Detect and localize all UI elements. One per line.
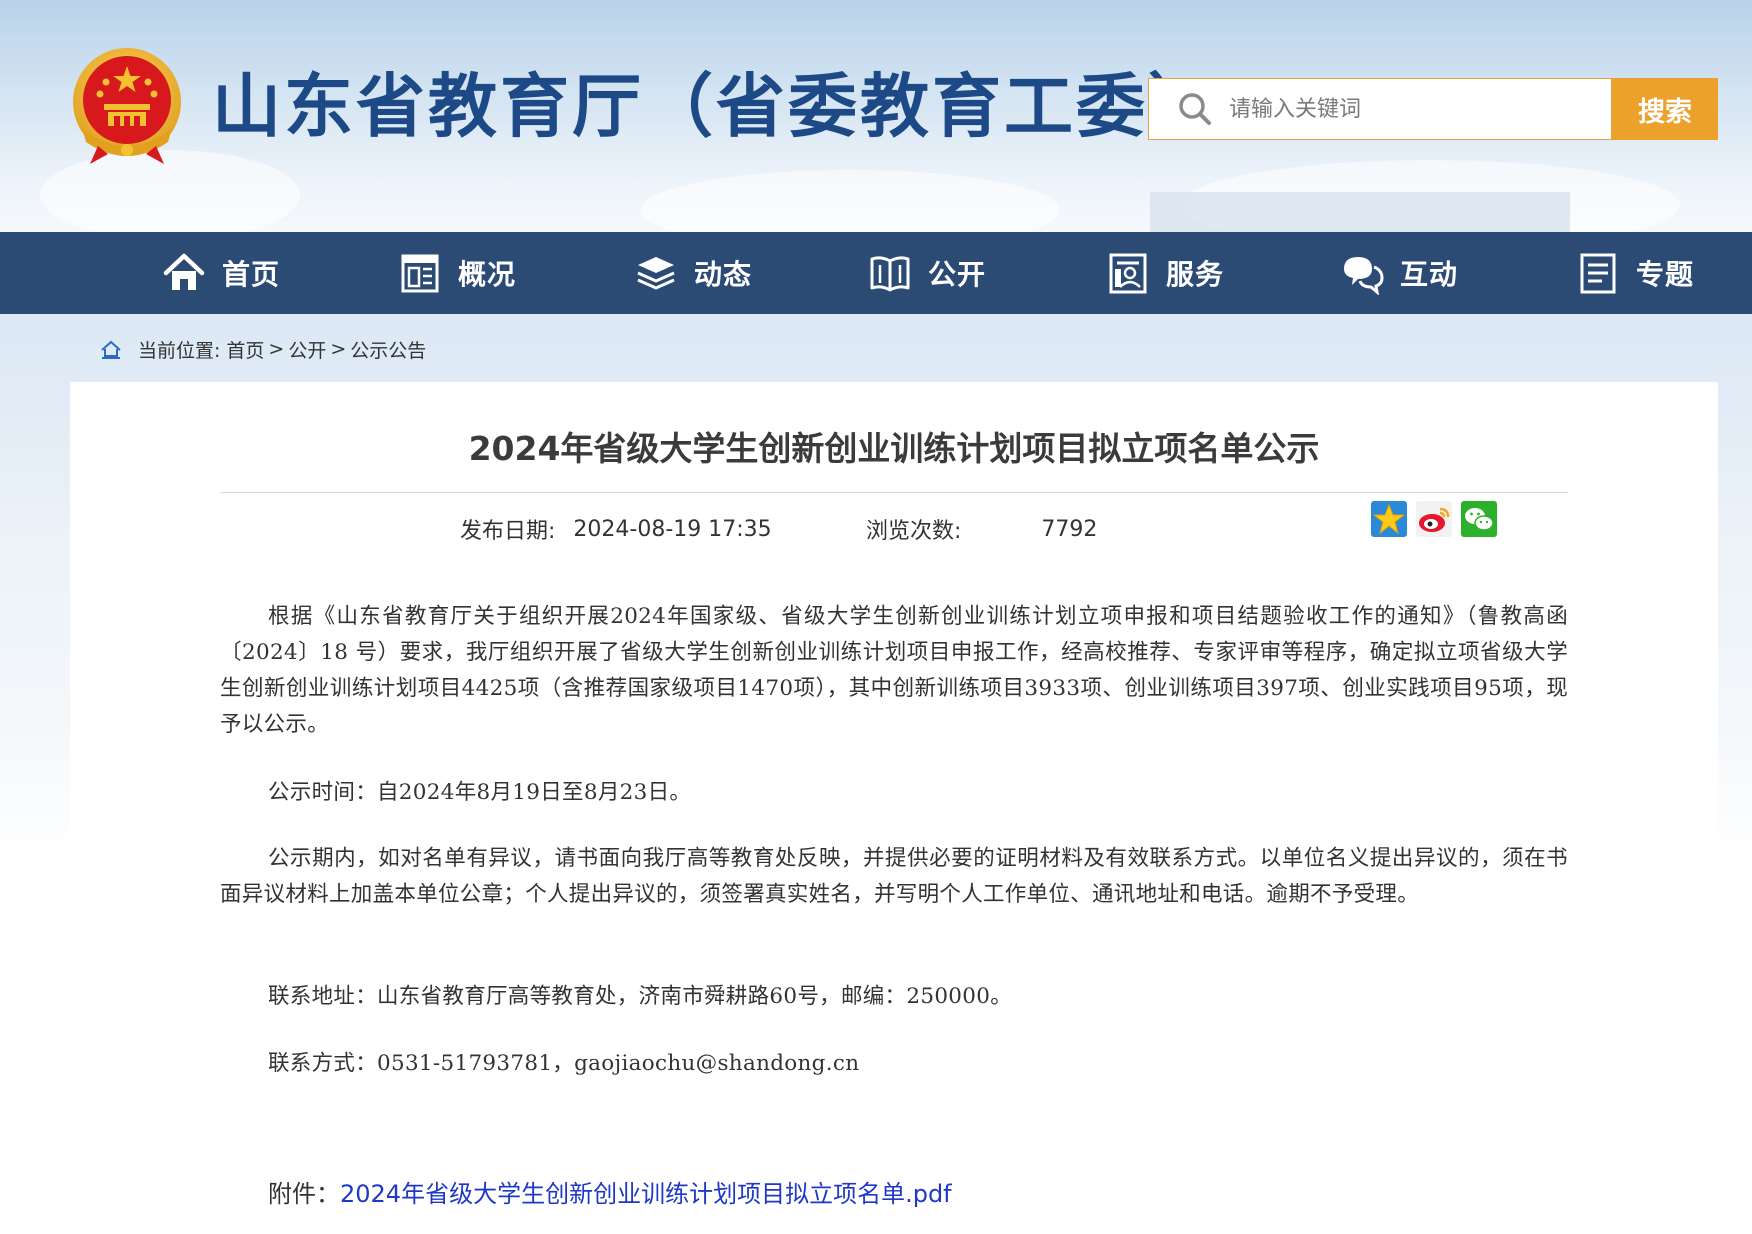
favorite-star-icon[interactable] — [1371, 501, 1407, 537]
nav-item-home[interactable]: 首页 — [162, 232, 280, 314]
site-title: 山东省教育厅（省委教育工委） — [212, 67, 1220, 147]
home-icon — [163, 253, 205, 290]
title-divider — [220, 492, 1568, 493]
article-paragraph: 公示期内，如对名单有异议，请书面向我厅高等教育处反映，并提供必要的证明材料及有效… — [220, 846, 1568, 907]
main-nav: 首页 概况 动态 公开 服务 互动 专题 — [0, 232, 1752, 314]
article-paragraph: 联系方式：0531-51793781，gaojiaochu@shandong.c… — [268, 1051, 860, 1076]
nav-item-label: 公开 — [928, 258, 987, 291]
cloud-decoration — [640, 170, 1060, 232]
weibo-icon[interactable] — [1416, 501, 1452, 537]
publish-date-label: 发布日期: — [460, 519, 556, 544]
attachment: 附件：2024年省级大学生创新创业训练计划项目拟立项名单.pdf — [268, 1174, 952, 1209]
nav-item-label: 首页 — [222, 258, 281, 291]
nav-item-news[interactable]: 动态 — [634, 232, 752, 314]
article-title: 2024年省级大学生创新创业训练计划项目拟立项名单公示 — [468, 429, 1320, 468]
publish-date: 发布日期: 2024-08-19 17:35 — [460, 512, 772, 546]
search-icon — [1179, 93, 1211, 125]
view-count: 浏览次数: 7792 — [866, 512, 1097, 546]
nav-item-label: 动态 — [694, 258, 753, 291]
home-icon — [101, 340, 121, 359]
search-button[interactable]: 搜索 — [1612, 78, 1718, 140]
skyline-decoration — [1150, 192, 1570, 232]
search-box — [1148, 78, 1612, 140]
nav-item-label: 专题 — [1636, 258, 1695, 291]
article-paragraph: 联系地址：山东省教育厅高等教育处，济南市舜耕路60号，邮编：250000。 — [268, 984, 1013, 1009]
attachment-label: 附件： — [268, 1180, 340, 1208]
building-icon — [401, 254, 439, 293]
nav-item-interact[interactable]: 互动 — [1340, 232, 1458, 314]
attachment-link[interactable]: 2024年省级大学生创新创业训练计划项目拟立项名单.pdf — [340, 1180, 952, 1208]
national-emblem-icon — [73, 48, 181, 164]
article-paragraph: 公示时间：自2024年8月19日至8月23日。 — [268, 780, 692, 805]
article-card: 2024年省级大学生创新创业训练计划项目拟立项名单公示 发布日期: 2024-0… — [70, 382, 1718, 1234]
breadcrumb: 当前位置: 首页 > 公开 > 公示公告 — [100, 334, 426, 364]
breadcrumb-link-home[interactable]: 首页 — [226, 336, 264, 363]
nav-item-public[interactable]: 公开 — [868, 232, 986, 314]
breadcrumb-link-public[interactable]: 公开 — [288, 336, 326, 363]
nav-item-label: 服务 — [1166, 258, 1225, 291]
service-document-icon — [1109, 253, 1147, 294]
topic-document-icon — [1580, 253, 1616, 294]
breadcrumb-prefix: 当前位置: — [138, 339, 221, 362]
search-input[interactable] — [1229, 84, 1609, 134]
article-paragraph: 根据《山东省教育厅关于组织开展2024年国家级、省级大学生创新创业训练计划立项申… — [220, 604, 1568, 737]
view-count-value: 7792 — [1041, 516, 1098, 542]
nav-item-label: 概况 — [458, 258, 517, 291]
open-book-icon — [870, 256, 910, 292]
nav-item-overview[interactable]: 概况 — [398, 232, 516, 314]
chat-bubbles-icon — [1344, 257, 1384, 295]
nav-item-label: 互动 — [1400, 258, 1459, 291]
breadcrumb-separator: > — [330, 338, 347, 360]
view-count-label: 浏览次数: — [866, 519, 962, 544]
nav-item-service[interactable]: 服务 — [1106, 232, 1224, 314]
breadcrumb-link-announcements[interactable]: 公示公告 — [350, 336, 426, 363]
publish-date-value: 2024-08-19 17:35 — [573, 516, 772, 542]
site-header: 山东省教育厅（省委教育工委） 搜索 — [0, 0, 1752, 232]
breadcrumb-separator: > — [268, 338, 285, 360]
layers-icon — [637, 257, 675, 290]
nav-item-topics[interactable]: 专题 — [1576, 232, 1694, 314]
wechat-icon[interactable] — [1461, 501, 1497, 537]
